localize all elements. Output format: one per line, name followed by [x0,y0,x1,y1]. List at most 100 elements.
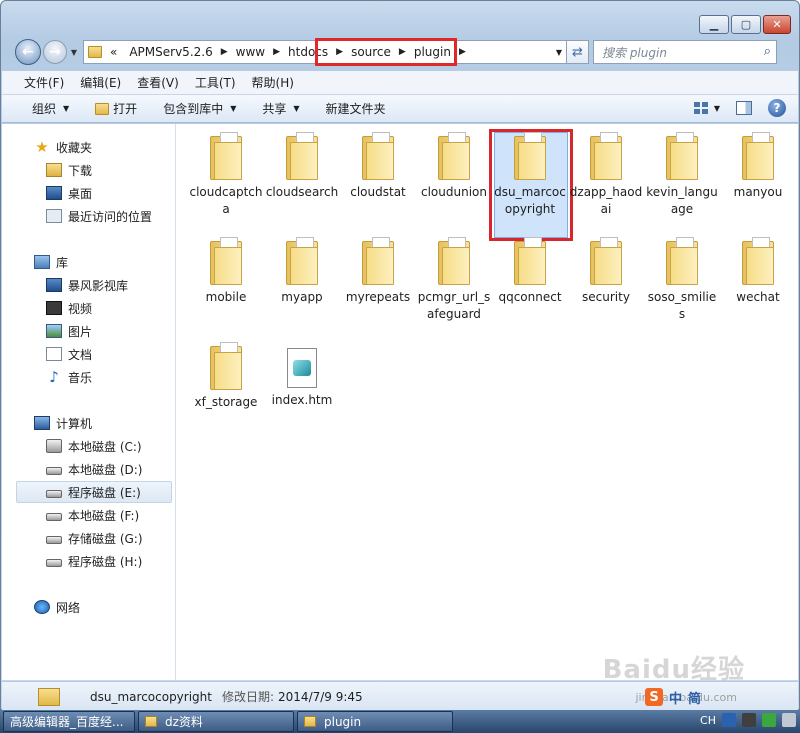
menu-view[interactable]: 查看(V) [137,74,179,91]
ime-toolbar[interactable]: S 中 简 [645,687,701,707]
nav-libraries[interactable]: 库 [2,251,172,273]
folder-item[interactable]: cloudunion [417,132,491,201]
nav-drive-h[interactable]: 程序磁盘 (H:) [2,550,172,572]
help-icon[interactable]: ? [768,99,786,117]
flag-icon[interactable] [782,713,796,727]
folder-item[interactable]: myapp [265,237,339,306]
crumb-apmserv[interactable]: APMServ5.2.6 [129,45,212,59]
menu-help[interactable]: 帮助(H) [252,74,294,91]
chevron-right-icon[interactable]: ▶ [221,47,228,57]
item-label: mobile [205,290,247,304]
nav-drive-e[interactable]: 程序磁盘 (E:) [16,481,172,503]
folder-item[interactable]: xf_storage [189,342,263,411]
back-button[interactable]: ← [15,39,41,65]
system-drive-icon [46,439,62,453]
address-bar[interactable]: « APMServ5.2.6 ▶ www ▶ htdocs ▶ source ▶… [83,38,567,66]
include-library-button[interactable]: 包含到库中 ▼ [163,100,236,117]
chevron-down-icon: ▼ [230,104,237,113]
folder-item[interactable]: wechat [721,237,795,306]
keyboard-icon[interactable] [742,713,756,727]
computer-icon [34,416,50,430]
open-button[interactable]: 打开 [95,100,137,117]
folder-item[interactable]: security [569,237,643,306]
nav-videos[interactable]: 视频 [2,297,172,319]
recent-pages-dropdown[interactable]: ▼ [69,48,79,57]
menu-file[interactable]: 文件(F) [24,74,64,91]
folder-item[interactable]: mobile [189,237,263,306]
folder-icon [438,132,470,180]
video-icon [46,301,62,315]
menu-edit[interactable]: 编辑(E) [80,74,121,91]
folder-item[interactable]: dzapp_haodai [569,132,643,218]
folder-item[interactable]: cloudsearch [265,132,339,201]
crumb-www[interactable]: www [236,45,265,59]
ime-mode[interactable]: 简 [688,688,701,707]
language-indicator[interactable]: CH [700,714,716,727]
folder-item[interactable]: cloudstat [341,132,415,201]
folder-item[interactable]: myrepeats [341,237,415,306]
nav-storm[interactable]: 暴风影视库 [2,274,172,296]
views-dropdown-icon[interactable]: ▼ [714,104,720,113]
nav-drive-c[interactable]: 本地磁盘 (C:) [2,435,172,457]
folder-item[interactable]: kevin_language [645,132,719,218]
views-icon[interactable] [693,102,708,114]
address-dropdown-icon[interactable]: ▼ [556,48,562,57]
share-button[interactable]: 共享 ▼ [262,100,299,117]
nav-downloads[interactable]: 下载 [2,159,172,181]
nav-documents[interactable]: 文档 [2,343,172,365]
view-controls: ▼ ? [693,99,786,117]
organize-button[interactable]: 组织 ▼ [32,100,69,117]
include-library-label: 包含到库中 [163,102,224,116]
preview-pane-icon[interactable] [736,101,752,115]
address-row: ← → ▼ « APMServ5.2.6 ▶ www ▶ htdocs ▶ so… [15,37,791,67]
shield-icon[interactable] [762,713,776,727]
nav-desktop[interactable]: 桌面 [2,182,172,204]
downloads-icon [46,163,62,177]
help-icon[interactable] [722,713,736,727]
folder-item[interactable]: pcmgr_url_safeguard [417,237,491,323]
item-label: cloudunion [421,185,487,199]
refresh-icon[interactable]: ⇄ [567,40,589,64]
taskbar-item-plugin[interactable]: plugin [297,711,453,732]
breadcrumb-overflow[interactable]: « [110,45,117,59]
taskbar-item-dz[interactable]: dz资料 [138,711,294,732]
nav-drive-g[interactable]: 存储磁盘 (G:) [2,527,172,549]
folder-item[interactable]: soso_smilies [645,237,719,323]
ime-lang[interactable]: 中 [669,688,682,707]
folder-item[interactable]: dsu_marcocopyright [493,132,567,218]
command-bar: 组织 ▼ 打开 包含到库中 ▼ 共享 ▼ 新建文件夹 ▼ ? [2,95,798,123]
menu-tools[interactable]: 工具(T) [195,74,236,91]
nav-label: 下载 [68,163,93,178]
nav-favorites[interactable]: ★ 收藏夹 [2,136,172,158]
item-label: cloudsearch [265,185,339,199]
file-item[interactable]: index.htm [265,342,339,409]
nav-recent[interactable]: 最近访问的位置 [2,205,172,227]
nav-pictures[interactable]: 图片 [2,320,172,342]
folder-item[interactable]: manyou [721,132,795,201]
close-button[interactable]: ✕ [763,15,791,34]
nav-network[interactable]: 网络 [2,596,172,618]
search-icon[interactable]: ⌕ [764,44,771,59]
folder-icon [590,237,622,285]
maximize-button[interactable]: ▢ [731,15,761,34]
new-folder-button[interactable]: 新建文件夹 [326,100,386,117]
chevron-right-icon[interactable]: ▶ [273,47,280,57]
forward-button[interactable]: → [43,40,67,64]
folder-item[interactable]: qqconnect [493,237,567,306]
search-input[interactable]: 搜索 plugin ⌕ [593,40,777,64]
nav-music[interactable]: ♪ 音乐 [2,366,172,388]
chevron-right-icon[interactable]: ▶ [459,47,466,57]
folder-item[interactable]: cloudcaptcha [189,132,263,218]
nav-computer[interactable]: 计算机 [2,412,172,434]
nav-label: 本地磁盘 (D:) [68,462,143,477]
html-file-icon [287,348,317,388]
taskbar-item-editor[interactable]: 高级编辑器_百度经... [3,711,135,732]
details-modified-value: 2014/7/9 9:45 [278,689,363,704]
nav-drive-d[interactable]: 本地磁盘 (D:) [2,458,172,480]
open-folder-icon [95,102,110,115]
drive-icon [46,513,62,521]
nav-drive-f[interactable]: 本地磁盘 (F:) [2,504,172,526]
nav-label: 本地磁盘 (C:) [68,439,142,454]
minimize-button[interactable]: ▁ [699,15,729,34]
folder-icon [362,132,394,180]
